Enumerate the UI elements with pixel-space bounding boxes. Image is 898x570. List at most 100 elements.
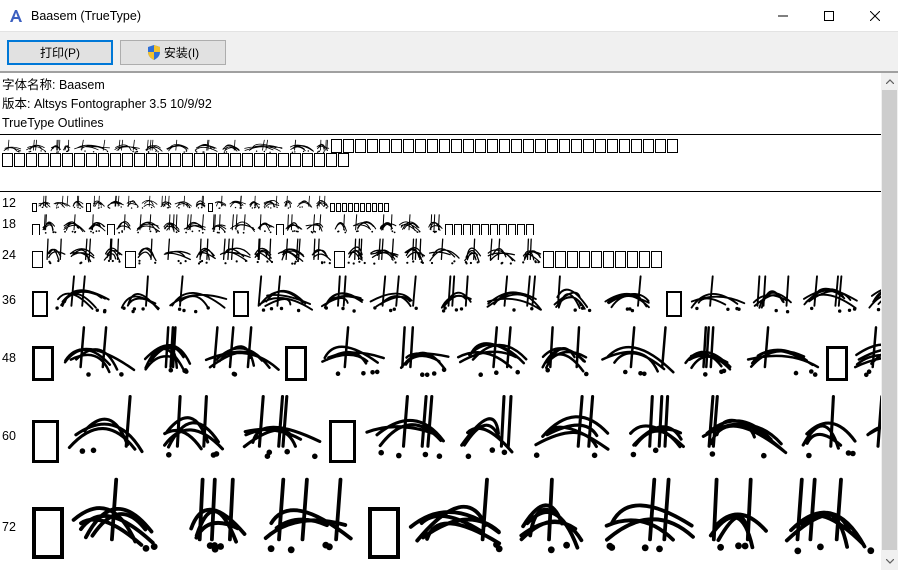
calligraphy-glyph xyxy=(428,238,460,265)
scroll-down-button[interactable] xyxy=(881,553,898,570)
calligraphy-glyph xyxy=(221,139,241,153)
sample-row-48: 48 xyxy=(0,323,881,391)
missing-glyph-box xyxy=(591,251,602,268)
scroll-thumb[interactable] xyxy=(882,90,897,550)
calligraphy-glyph xyxy=(196,238,216,265)
calligraphy-glyph xyxy=(601,326,675,377)
missing-glyph-box xyxy=(826,346,848,381)
calligraphy-glyph xyxy=(169,275,228,314)
calligraphy-glyph xyxy=(369,275,418,313)
calligraphy-glyph xyxy=(25,139,49,153)
calligraphy-glyph xyxy=(163,238,191,265)
calligraphy-glyph xyxy=(629,394,685,458)
calligraphy-glyph xyxy=(189,477,247,553)
missing-glyph-box xyxy=(547,139,558,153)
missing-glyph-box xyxy=(368,507,400,559)
missing-glyph-box xyxy=(230,153,241,167)
calligraphy-glyph xyxy=(487,238,516,265)
uac-shield-icon xyxy=(147,45,160,60)
calligraphy-glyph xyxy=(144,139,164,153)
calligraphy-glyph xyxy=(290,139,314,153)
calligraphy-glyph xyxy=(553,275,592,313)
missing-glyph-box xyxy=(336,203,341,212)
calligraphy-glyph xyxy=(211,214,227,234)
missing-glyph-box xyxy=(643,139,654,153)
missing-glyph-box xyxy=(475,139,486,153)
missing-glyph-box xyxy=(619,139,630,153)
calligraphy-glyph xyxy=(53,195,71,209)
missing-glyph-box xyxy=(50,153,61,167)
calligraphy-glyph xyxy=(113,139,143,153)
minimize-button[interactable] xyxy=(760,0,806,31)
calligraphy-glyph xyxy=(746,326,820,377)
character-set-preview xyxy=(2,139,882,167)
missing-glyph-box xyxy=(463,139,474,153)
missing-glyph-box xyxy=(523,139,534,153)
arabic-sample-glyphs xyxy=(32,391,881,463)
size-label: 18 xyxy=(2,217,16,231)
calligraphy-glyph xyxy=(701,394,788,459)
calligraphy-glyph xyxy=(163,214,180,234)
missing-glyph-box xyxy=(427,139,438,153)
window-title: Baasem (TrueType) xyxy=(31,8,141,23)
calligraphy-glyph xyxy=(107,195,124,209)
calligraphy-glyph xyxy=(334,214,347,234)
maximize-button[interactable] xyxy=(806,0,852,31)
window-controls xyxy=(760,0,898,31)
calligraphy-glyph xyxy=(404,238,426,264)
minimize-icon xyxy=(778,15,788,16)
missing-glyph-box xyxy=(254,153,265,167)
missing-glyph-box xyxy=(354,203,359,212)
calligraphy-glyph xyxy=(145,139,163,153)
missing-glyph-box xyxy=(32,420,59,463)
calligraphy-glyph xyxy=(263,195,280,209)
calligraphy-glyph xyxy=(222,139,240,153)
calligraphy-glyph xyxy=(285,214,303,233)
missing-glyph-box xyxy=(555,251,566,268)
calligraphy-glyph xyxy=(229,195,246,209)
calligraphy-glyph xyxy=(868,289,881,312)
missing-glyph-box xyxy=(463,224,471,235)
size-label: 60 xyxy=(2,429,16,443)
install-button[interactable]: 安装(I) xyxy=(120,40,226,65)
missing-glyph-box xyxy=(285,346,307,381)
missing-glyph-box xyxy=(655,139,666,153)
missing-glyph-box xyxy=(26,153,37,167)
sample-row-60: 60 xyxy=(0,391,881,473)
calligraphy-glyph xyxy=(440,275,472,313)
print-button[interactable]: 打印(P) xyxy=(7,40,113,65)
calligraphy-glyph xyxy=(604,275,650,313)
size-label: 48 xyxy=(2,351,16,365)
size-label: 24 xyxy=(2,248,16,262)
missing-glyph-box xyxy=(62,153,73,167)
close-icon xyxy=(870,10,880,21)
divider xyxy=(0,191,881,192)
calligraphy-glyph xyxy=(399,326,450,378)
missing-glyph-box xyxy=(472,224,480,235)
missing-glyph-box xyxy=(603,251,614,268)
calligraphy-glyph xyxy=(46,238,66,265)
scroll-up-button[interactable] xyxy=(881,73,898,90)
calligraphy-glyph xyxy=(802,275,858,313)
calligraphy-glyph xyxy=(143,326,192,374)
font-version-line: 版本: Altsys Fontographer 3.5 10/9/92 xyxy=(2,97,212,111)
missing-glyph-box xyxy=(511,139,522,153)
missing-glyph-box xyxy=(107,224,115,235)
missing-glyph-box xyxy=(508,224,516,235)
missing-glyph-box xyxy=(481,224,489,235)
vertical-scrollbar[interactable] xyxy=(881,73,898,570)
missing-glyph-box xyxy=(384,203,389,212)
calligraphy-glyph xyxy=(316,139,330,153)
missing-glyph-box xyxy=(543,251,554,268)
calligraphy-glyph xyxy=(69,238,95,265)
missing-glyph-box xyxy=(329,420,356,463)
arabic-sample-glyphs xyxy=(32,237,663,268)
close-button[interactable] xyxy=(852,0,898,31)
missing-glyph-box xyxy=(579,251,590,268)
calligraphy-glyph xyxy=(42,214,57,234)
calligraphy-glyph xyxy=(352,214,377,233)
chevron-down-icon xyxy=(885,559,894,564)
missing-glyph-box xyxy=(182,153,193,167)
missing-glyph-box xyxy=(334,251,345,268)
calligraphy-glyph xyxy=(50,139,62,153)
